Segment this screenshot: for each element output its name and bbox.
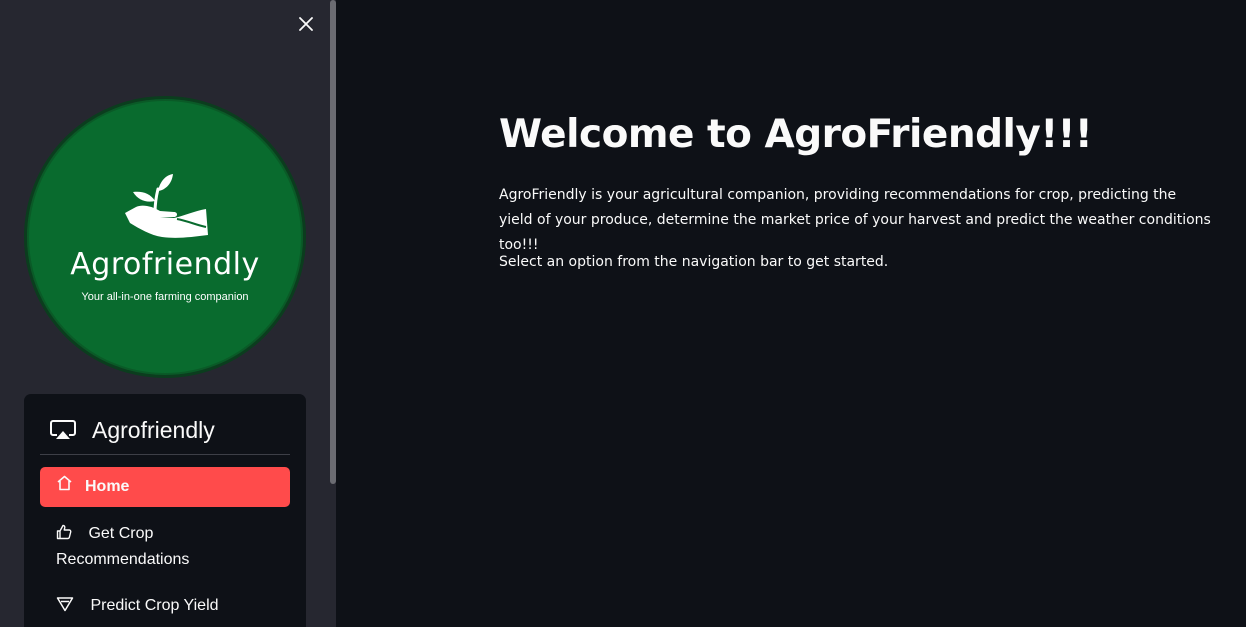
- page-title: Welcome to AgroFriendly!!!: [499, 112, 1093, 157]
- close-sidebar-button[interactable]: [294, 12, 318, 36]
- nav-item-home[interactable]: Home: [40, 467, 290, 507]
- instruction-paragraph: Select an option from the navigation bar…: [499, 254, 889, 270]
- intro-paragraph: AgroFriendly is your agricultural compan…: [499, 187, 1211, 253]
- nav-item-label: Get Crop Recommendations: [56, 525, 190, 568]
- nav-item-label: Home: [85, 478, 130, 495]
- logo-tagline: Your all-in-one farming companion: [81, 291, 249, 303]
- navigation-menu: Agrofriendly Home Get Crop Recommendatio…: [24, 394, 306, 627]
- logo-name: Agrofriendly: [70, 247, 260, 282]
- nav-item-crop-recommendations[interactable]: Get Crop Recommendations: [40, 522, 290, 572]
- app: Agrofriendly Your all-in-one farming com…: [0, 0, 1246, 627]
- thumbs-up-icon: [56, 524, 72, 548]
- nav-item-label: Predict Crop Yield: [90, 597, 219, 614]
- nav-header: Agrofriendly: [40, 406, 290, 455]
- sidebar: Agrofriendly Your all-in-one farming com…: [0, 0, 336, 627]
- seedling-hand-icon: [125, 174, 208, 238]
- nav-item-predict-crop-yield[interactable]: Predict Crop Yield: [40, 594, 290, 620]
- agrofriendly-logo: Agrofriendly Your all-in-one farming com…: [24, 96, 306, 378]
- screen-cast-icon: [50, 420, 76, 440]
- nav-title: Agrofriendly: [92, 416, 215, 443]
- house-icon: [56, 475, 73, 499]
- triangle-down-icon: [56, 596, 74, 620]
- sidebar-scrollbar[interactable]: [330, 0, 336, 484]
- close-icon: [299, 17, 313, 31]
